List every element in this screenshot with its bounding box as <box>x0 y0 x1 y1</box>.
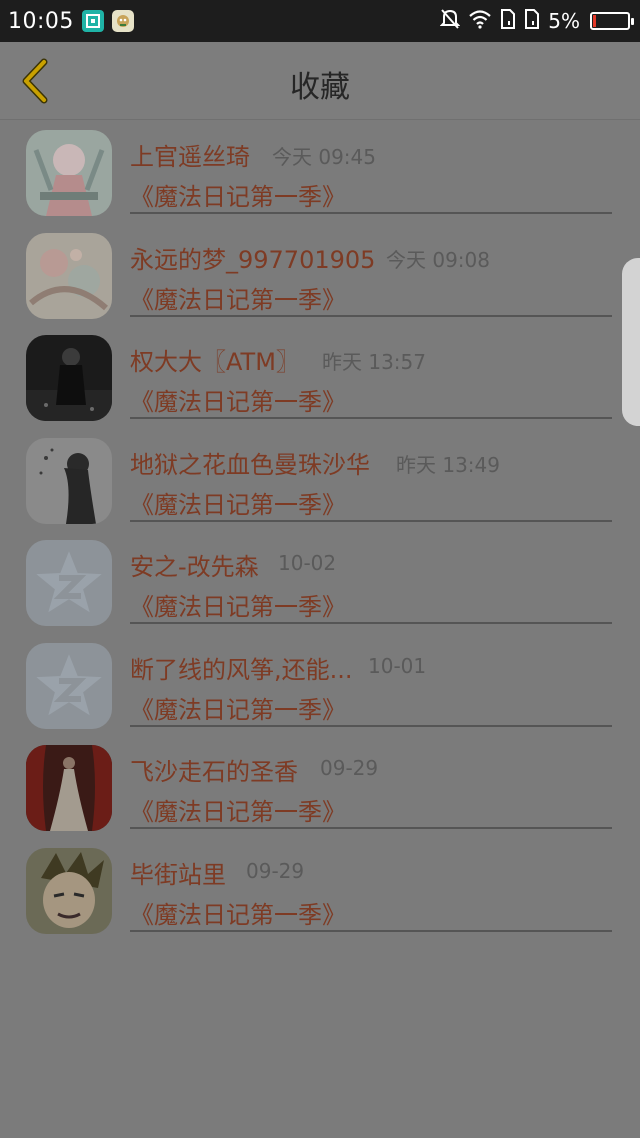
status-bar: 10:05 5% <box>0 0 640 42</box>
list-item[interactable]: 永远的梦_997701905 今天 09:08 《魔法日记第一季》 <box>0 224 640 327</box>
user-name: 飞沙走石的圣香 <box>130 758 298 786</box>
wifi-icon <box>468 9 492 33</box>
user-name: 上官遥丝琦 <box>130 143 250 171</box>
divider <box>130 417 612 419</box>
user-name: 永远的梦_997701905 <box>130 245 376 274</box>
divider <box>130 724 612 727</box>
favorite-time: 今天 09:08 <box>386 247 490 272</box>
list-item[interactable]: 断了线的风筝,还能... 10-01 《魔法日记第一季》 <box>0 634 640 737</box>
book-title[interactable]: 《魔法日记第一季》 <box>130 895 346 930</box>
book-title[interactable]: 《魔法日记第一季》 <box>130 485 346 520</box>
avatar[interactable] <box>26 847 112 934</box>
favorite-time: 今天 09:45 <box>272 145 376 169</box>
favorite-time: 昨天 13:57 <box>322 350 426 374</box>
favorite-time: 09-29 <box>320 756 379 780</box>
side-drawer-handle[interactable] <box>622 258 640 426</box>
list-item[interactable]: 安之-改先森 10-02 《魔法日记第一季》 <box>0 531 640 634</box>
favorite-time: 10-02 <box>278 551 337 575</box>
avatar[interactable] <box>26 437 112 524</box>
avatar[interactable] <box>26 335 112 421</box>
battery-icon <box>590 12 634 30</box>
divider <box>130 929 612 932</box>
favorite-time: 10-01 <box>368 653 427 678</box>
book-title[interactable]: 《魔法日记第一季》 <box>130 690 346 725</box>
sim-icon <box>500 8 516 34</box>
avatar[interactable] <box>26 232 112 319</box>
favorite-time: 昨天 13:49 <box>396 452 500 477</box>
divider <box>130 827 612 829</box>
list-item[interactable]: 地狱之花血色曼珠沙华 昨天 13:49 《魔法日记第一季》 <box>0 429 640 532</box>
robot-app-icon <box>111 10 134 32</box>
battery-level <box>593 15 596 27</box>
book-title[interactable]: 《魔法日记第一季》 <box>130 177 346 212</box>
divider <box>130 622 612 624</box>
battery-percent: 5% <box>548 9 580 33</box>
user-name: 毕街站里 <box>130 860 226 889</box>
list-item[interactable]: 上官遥丝琦 今天 09:45 《魔法日记第一季》 <box>0 121 640 224</box>
user-name: 地狱之花血色曼珠沙华 <box>130 450 370 479</box>
avatar[interactable] <box>26 540 112 626</box>
favorites-list: 上官遥丝琦 今天 09:45 《魔法日记第一季》 永远的梦_997701905 … <box>0 121 640 941</box>
sim-icon <box>524 8 540 34</box>
avatar[interactable] <box>26 745 112 831</box>
status-time: 10:05 <box>8 8 74 34</box>
avatar[interactable] <box>26 130 112 216</box>
favorite-time: 09-29 <box>246 858 305 883</box>
screenshot-app-icon <box>81 10 104 32</box>
book-title[interactable]: 《魔法日记第一季》 <box>130 382 346 417</box>
page-title: 收藏 <box>290 70 350 105</box>
book-title[interactable]: 《魔法日记第一季》 <box>130 792 346 827</box>
user-name: 安之-改先森 <box>130 553 259 581</box>
user-name: 权大大〖ATM〗 <box>130 348 300 376</box>
mute-icon <box>439 8 461 34</box>
list-item[interactable]: 权大大〖ATM〗 昨天 13:57 《魔法日记第一季》 <box>0 326 640 429</box>
book-title[interactable]: 《魔法日记第一季》 <box>130 280 346 315</box>
avatar[interactable] <box>26 642 112 729</box>
header-bar: 收藏 <box>0 42 640 120</box>
book-title[interactable]: 《魔法日记第一季》 <box>130 587 346 622</box>
list-item[interactable]: 飞沙走石的圣香 09-29 《魔法日记第一季》 <box>0 736 640 839</box>
user-name: 断了线的风筝,还能... <box>130 655 353 684</box>
divider <box>130 519 612 522</box>
divider <box>130 314 612 317</box>
divider <box>130 212 612 214</box>
list-item[interactable]: 毕街站里 09-29 《魔法日记第一季》 <box>0 839 640 942</box>
